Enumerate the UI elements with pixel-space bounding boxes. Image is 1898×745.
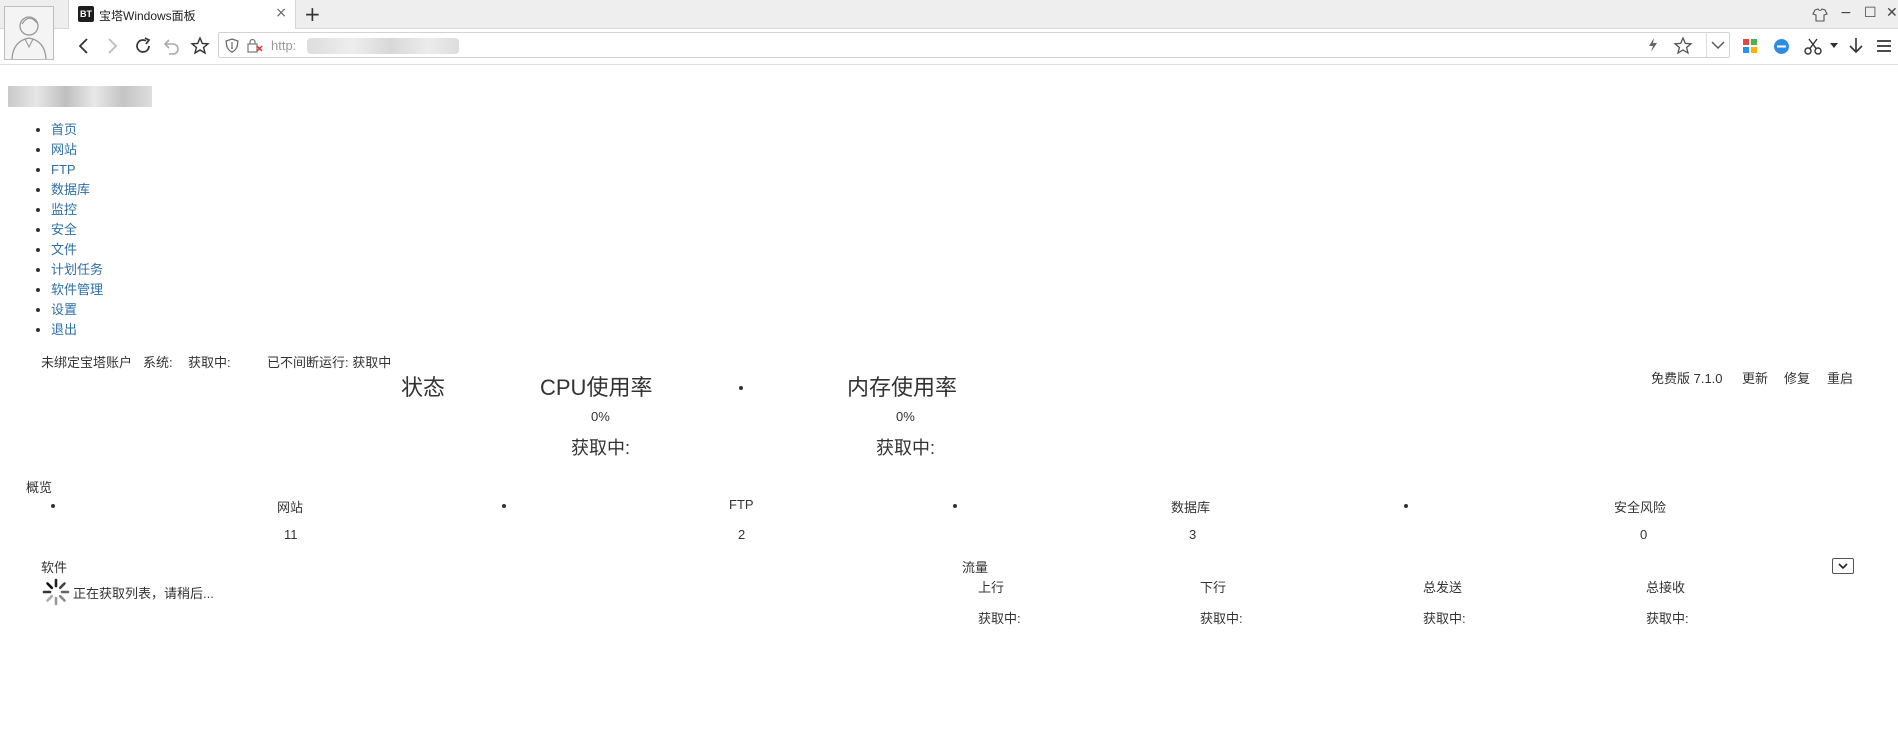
lightning-icon[interactable] <box>1647 37 1659 53</box>
list-bullet <box>953 504 957 508</box>
list-bullet <box>51 504 55 508</box>
repair-link[interactable]: 修复 <box>1784 368 1810 387</box>
browser-tab[interactable]: BT 宝塔Windows面板 × <box>68 0 296 29</box>
menu-item-logout[interactable]: 退出 <box>51 320 103 340</box>
forward-icon[interactable] <box>102 36 122 56</box>
menu-item-monitor[interactable]: 监控 <box>51 200 103 220</box>
skin-icon[interactable] <box>1812 8 1828 22</box>
loading-spinner-icon <box>42 578 70 606</box>
user-avatar[interactable] <box>4 6 54 60</box>
traffic-up-label: 上行 <box>978 580 1005 595</box>
overview-database-count[interactable]: 3 <box>1189 527 1196 542</box>
reload-icon[interactable] <box>133 36 153 56</box>
software-title: 软件 <box>41 560 68 575</box>
system-value: 获取中: <box>188 355 231 370</box>
overview-ftp-count[interactable]: 2 <box>738 527 745 542</box>
close-window-button[interactable]: ✕ <box>1886 5 1898 21</box>
main-menu: 首页 网站 FTP 数据库 监控 安全 文件 计划任务 软件管理 设置 退出 <box>24 120 103 340</box>
menu-item-home[interactable]: 首页 <box>51 120 103 140</box>
traffic-title: 流量 <box>962 560 989 575</box>
traffic-dropdown-button[interactable] <box>1832 558 1854 574</box>
new-tab-button[interactable]: + <box>304 2 321 26</box>
scissors-menu-icon[interactable] <box>1830 43 1838 49</box>
overview-site-label: 网站 <box>277 500 304 515</box>
traffic-total-received-value: 获取中: <box>1646 611 1689 626</box>
maximize-button[interactable]: ☐ <box>1864 5 1877 21</box>
scissors-icon[interactable] <box>1804 37 1822 55</box>
menu-item-security[interactable]: 安全 <box>51 220 103 240</box>
insecure-lock-icon[interactable] <box>247 38 263 53</box>
menu-item-files[interactable]: 文件 <box>51 240 103 260</box>
list-bullet <box>739 386 743 390</box>
overview-site-count[interactable]: 11 <box>284 527 298 542</box>
memory-usage-value: 0% <box>896 409 915 424</box>
favorite-star-icon[interactable] <box>190 36 210 56</box>
memory-detail: 获取中: <box>876 438 936 458</box>
apps-grid-icon[interactable] <box>1742 38 1758 54</box>
cpu-usage-title: CPU使用率 <box>540 375 653 400</box>
overview-ftp-label: FTP <box>729 497 754 512</box>
overview-risk-count[interactable]: 0 <box>1640 527 1647 542</box>
bookmark-star-icon[interactable] <box>1673 36 1693 56</box>
list-bullet <box>1404 504 1408 508</box>
system-label: 系统: <box>143 355 173 370</box>
menu-icon[interactable] <box>1876 38 1892 54</box>
back-icon[interactable] <box>74 36 94 56</box>
bt-favicon-icon: BT <box>78 6 94 22</box>
chevron-down-icon[interactable] <box>1711 40 1725 50</box>
bind-account-link[interactable]: 未绑定宝塔账户 <box>41 352 132 371</box>
traffic-down-label: 下行 <box>1200 580 1227 595</box>
menu-item-database[interactable]: 数据库 <box>51 180 103 200</box>
address-bar[interactable]: http: <box>218 32 1730 58</box>
traffic-down-value: 获取中: <box>1200 611 1243 626</box>
status-title: 状态 <box>401 375 446 400</box>
uptime-text: 已不间断运行: 获取中 <box>267 355 392 370</box>
overview-risk-label: 安全风险 <box>1614 500 1667 515</box>
tab-bar: BT 宝塔Windows面板 × + − ☐ ✕ <box>0 0 1898 29</box>
menu-item-site[interactable]: 网站 <box>51 140 103 160</box>
tab-title: 宝塔Windows面板 <box>99 9 196 23</box>
overview-title: 概览 <box>26 480 53 495</box>
menu-item-software[interactable]: 软件管理 <box>51 280 103 300</box>
traffic-total-received-label: 总接收 <box>1646 580 1686 595</box>
navigation-toolbar: http: <box>0 29 1898 65</box>
list-bullet <box>502 504 506 508</box>
extension-circle-icon[interactable] <box>1773 38 1790 55</box>
menu-item-ftp[interactable]: FTP <box>51 160 103 180</box>
minimize-button[interactable]: − <box>1840 5 1852 21</box>
url-redacted <box>307 38 459 54</box>
cpu-detail: 获取中: <box>571 438 631 458</box>
menu-item-settings[interactable]: 设置 <box>51 300 103 320</box>
software-loading-text: 正在获取列表，请稍后... <box>73 586 214 601</box>
restart-link[interactable]: 重启 <box>1827 368 1853 387</box>
url-text: http: <box>271 38 297 53</box>
overview-database-label: 数据库 <box>1171 500 1211 515</box>
traffic-up-value: 获取中: <box>978 611 1021 626</box>
cpu-usage-value: 0% <box>591 409 610 424</box>
version-label: 免费版 7.1.0 <box>1651 371 1723 386</box>
menu-item-crontab[interactable]: 计划任务 <box>51 260 103 280</box>
chevron-down-icon <box>1838 563 1848 570</box>
tab-close-icon[interactable]: × <box>275 5 287 21</box>
site-logo-redacted <box>8 86 152 107</box>
memory-usage-title: 内存使用率 <box>847 375 958 400</box>
undo-icon[interactable] <box>161 36 181 56</box>
download-icon[interactable] <box>1848 37 1864 55</box>
traffic-total-sent-label: 总发送 <box>1423 580 1463 595</box>
traffic-total-sent-value: 获取中: <box>1423 611 1466 626</box>
update-link[interactable]: 更新 <box>1742 368 1768 387</box>
shield-icon[interactable] <box>225 38 239 53</box>
